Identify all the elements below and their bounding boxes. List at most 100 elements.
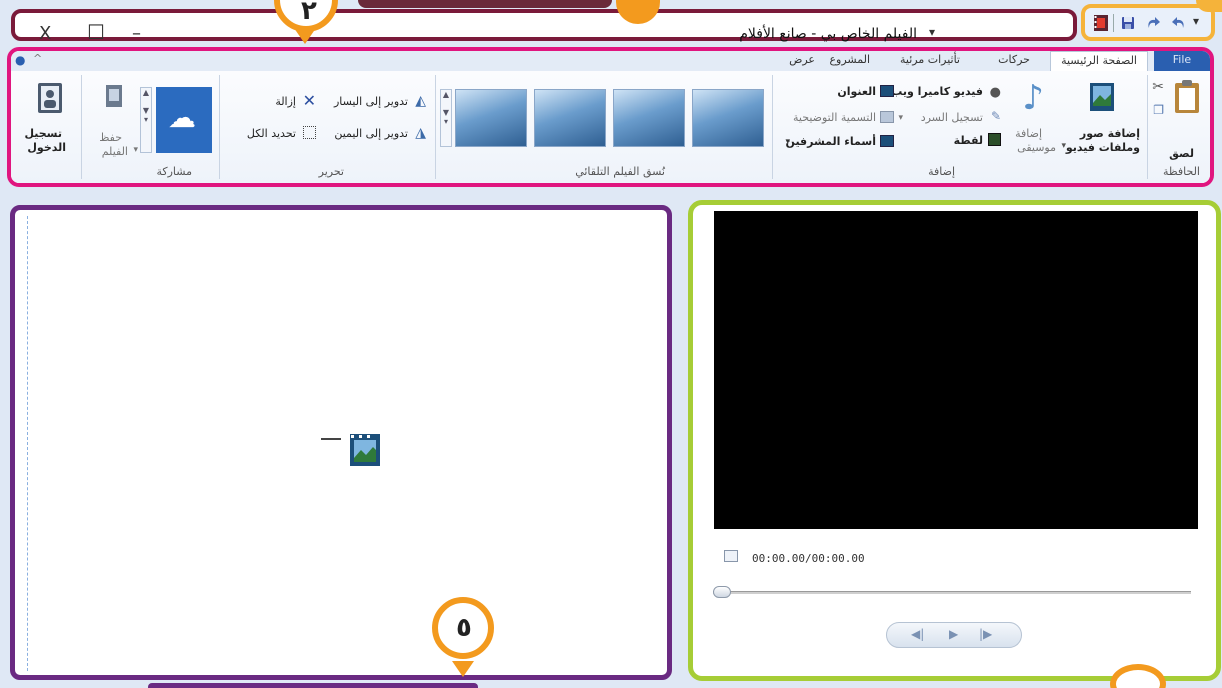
preview-panel: 00:00.00/00:00.00 ◀| ▶ |▶ [688, 200, 1221, 681]
select-all-icon [303, 126, 316, 139]
add-media-icon[interactable] [348, 432, 382, 468]
narration-dropdown-icon[interactable]: ▾ [898, 113, 903, 123]
title-icon [880, 85, 894, 97]
movie-maker-window: X ☐ – الفيلم الخاص بي - صانع الأفلام ▾ ▾ [0, 0, 1222, 688]
seek-thumb[interactable] [713, 586, 731, 598]
seek-bar[interactable] [713, 586, 1191, 598]
copy-icon[interactable]: ❐ [1153, 103, 1164, 117]
rotate-left-button[interactable]: تدوير إلى اليسار [334, 95, 408, 108]
add-music-dropdown-icon[interactable]: ▾ [1061, 141, 1066, 151]
cut-icon[interactable]: ✂ [1152, 79, 1164, 95]
bottom-callout-tab [148, 683, 478, 688]
automovie-theme-1[interactable] [692, 89, 764, 147]
automovie-theme-3[interactable] [534, 89, 606, 147]
add-videos-label-line1[interactable]: إضافة صور [1080, 127, 1140, 140]
caption-button[interactable]: التسمية التوضيحية [793, 111, 876, 124]
paste-icon[interactable] [1172, 79, 1202, 115]
add-videos-photos-icon[interactable] [1088, 81, 1116, 113]
rotate-left-icon: ◭ [415, 93, 426, 109]
add-music-label-line1[interactable]: إضافة [1015, 127, 1042, 140]
select-all-button[interactable]: تحديد الكل [247, 127, 296, 140]
add-videos-label-line2[interactable]: وملفات فيديو [1066, 141, 1140, 154]
callout-pin-5-label: ٥ [456, 613, 472, 643]
minimize-button[interactable]: – [132, 25, 141, 43]
webcam-video-button[interactable]: فيديو كاميرا ويب [891, 85, 983, 98]
help-icon[interactable]: ● [15, 53, 25, 67]
add-music-label-line2[interactable]: موسيقى [1017, 141, 1056, 154]
callout-pin-2-tail [294, 28, 316, 44]
title-callout-tab [358, 0, 612, 8]
save-icon[interactable] [1121, 16, 1135, 30]
ribbon-minimize-icon[interactable]: ^ [33, 52, 42, 65]
window-title: الفيلم الخاص بي - صانع الأفلام [739, 26, 917, 42]
previous-frame-icon[interactable]: ◀| [911, 627, 924, 641]
sign-in-icon[interactable] [36, 81, 64, 115]
snapshot-button[interactable]: لقطة [954, 134, 983, 147]
qat-customize-icon[interactable]: ▾ [929, 25, 935, 39]
save-movie-label-line1[interactable]: حفظ [99, 131, 122, 144]
tab-file[interactable]: File [1154, 51, 1210, 71]
automovie-theme-4[interactable] [455, 89, 527, 147]
film-app-icon [1094, 15, 1108, 31]
add-group-label: إضافة [928, 165, 955, 178]
tab-visual-effects[interactable]: تأثيرات مرئية [900, 53, 960, 66]
remove-icon: ✕ [302, 91, 316, 110]
ribbon: ● ^ File الصفحة الرئيسية حركات تأثيرات م… [7, 47, 1214, 187]
group-separator [219, 75, 220, 179]
rotate-right-icon: ◮ [415, 125, 426, 141]
video-preview[interactable] [714, 211, 1198, 529]
themes-scroll-control[interactable]: ▲ ▼ ▾ [440, 89, 452, 147]
title-bar: X ☐ – الفيلم الخاص بي - صانع الأفلام ▾ ▾ [0, 0, 1222, 46]
editing-group-label: تحرير [318, 165, 344, 178]
automovie-group-label: نُسق الفيلم التلقائي [575, 165, 665, 178]
next-frame-icon[interactable]: |▶ [979, 627, 992, 641]
tab-home[interactable]: الصفحة الرئيسية [1050, 51, 1148, 71]
storyboard-placeholder-dash [321, 438, 341, 440]
sign-in-label-line2[interactable]: الدخول [27, 141, 66, 154]
fullscreen-icon[interactable] [724, 550, 738, 562]
caption-icon [880, 111, 894, 123]
credits-dropdown-icon[interactable]: ▾ [785, 137, 790, 147]
webcam-icon: ● [989, 85, 1001, 100]
tab-view[interactable]: عرض [789, 53, 815, 66]
title-button[interactable]: العنوان [837, 85, 876, 98]
undo-icon[interactable] [1171, 15, 1187, 31]
automovie-theme-2[interactable] [613, 89, 685, 147]
callout-pin-5: ٥ [432, 597, 494, 659]
save-movie-label-line2[interactable]: الفيلم [102, 145, 128, 158]
cloud-icon: ☁ [168, 101, 196, 134]
storyboard-panel[interactable] [10, 205, 672, 680]
remove-button[interactable]: إزالة [275, 95, 296, 108]
save-movie-icon[interactable] [104, 83, 126, 111]
tab-animations[interactable]: حركات [998, 53, 1030, 66]
close-button[interactable]: X [39, 25, 51, 43]
group-separator [81, 75, 82, 179]
sign-in-label-line1[interactable]: تسجيل [24, 127, 62, 140]
group-separator [1147, 75, 1148, 179]
rotate-right-button[interactable]: تدوير إلى اليمين [334, 127, 408, 140]
callout-pin-5-tail [452, 661, 474, 677]
qat-dropdown-icon[interactable]: ▾ [1193, 14, 1199, 28]
narration-mic-icon: ✎ [990, 109, 1001, 123]
quick-access-toolbar: ▾ [1081, 4, 1215, 41]
save-movie-dropdown-icon[interactable]: ▾ [133, 145, 138, 155]
group-separator [435, 75, 436, 179]
play-icon[interactable]: ▶ [949, 627, 958, 641]
storyboard-insertion-line [27, 216, 28, 671]
clipboard-group-label: الحافظة [1162, 165, 1200, 178]
maximize-button[interactable]: ☐ [87, 22, 105, 42]
share-scroll-control[interactable]: ▲ ▼ ▾ [140, 87, 152, 153]
tab-project[interactable]: المشروع [829, 53, 870, 66]
credits-icon [880, 135, 894, 147]
paste-label[interactable]: لصق [1169, 147, 1194, 160]
add-music-icon[interactable]: ♪ [1022, 81, 1044, 115]
share-group-label: مشاركة [156, 165, 192, 178]
record-narration-button[interactable]: تسجيل السرد [921, 111, 983, 124]
onedrive-share-button[interactable]: ☁ [156, 87, 212, 153]
credits-button[interactable]: أسماء المشرفين [786, 135, 876, 148]
redo-icon[interactable] [1145, 15, 1161, 31]
time-readout: 00:00.00/00:00.00 [752, 552, 865, 565]
ribbon-home-panel: لصق ✂ ❐ الحافظة إضافة صور وملفات فيديو ♪… [11, 71, 1210, 183]
title-bar-highlight: X ☐ – الفيلم الخاص بي - صانع الأفلام ▾ [11, 9, 1077, 43]
group-separator [772, 75, 773, 179]
